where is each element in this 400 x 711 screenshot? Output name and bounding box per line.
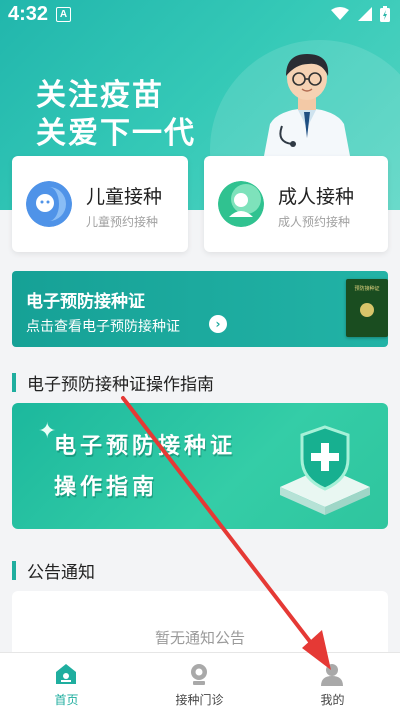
tab-home-label: 首页 [54, 693, 79, 707]
child-card-title: 儿童接种 [86, 186, 163, 208]
home-icon [56, 664, 76, 684]
certificate-subtitle[interactable]: 点击查看电子预防接种证 [26, 316, 180, 336]
shield-icon [280, 425, 370, 515]
status-time: 4:32 [8, 3, 49, 25]
signal-icon [357, 6, 372, 21]
status-icons [327, 5, 390, 23]
tab-home[interactable]: 首页 [0, 653, 133, 711]
notice-empty-text: 暂无通知公告 [154, 629, 245, 647]
battery-icon [380, 5, 390, 22]
guide-banner[interactable]: ✦ 电子预防接种证 操作指南 [12, 403, 388, 529]
section-marker [12, 373, 16, 392]
doctor-illustration [264, 54, 350, 156]
certificate-title: 电子预防接种证 [26, 292, 145, 312]
user-icon [321, 664, 343, 686]
tab-clinic-label: 接种门诊 [175, 693, 224, 707]
notice-section-heading: 公告通知 [12, 558, 388, 583]
emblem-icon [360, 303, 374, 317]
adult-icon [218, 181, 264, 227]
guide-heading-text: 电子预防接种证操作指南 [27, 375, 214, 395]
hero-title-line2: 关爱下一代 [36, 116, 196, 151]
guide-section-heading: 电子预防接种证操作指南 [12, 370, 388, 395]
wifi-icon [331, 6, 350, 20]
certificate-book-image: 预防接种证 [346, 279, 388, 337]
bottom-tab-bar: 首页 接种门诊 我的 [0, 652, 400, 711]
e-certificate-banner[interactable]: 电子预防接种证 点击查看电子预防接种证 › 预防接种证 [12, 271, 388, 347]
tab-mine[interactable]: 我的 [266, 653, 399, 711]
child-vaccination-card[interactable]: 儿童接种 儿童预约接种 [12, 156, 188, 252]
certificate-book-title: 预防接种证 [354, 286, 380, 292]
notice-heading-text: 公告通知 [27, 563, 95, 583]
guide-banner-line2: 操作指南 [54, 475, 159, 500]
status-bar: 4:32 A [0, 0, 400, 28]
tab-mine-label: 我的 [320, 693, 345, 707]
notification-icon: A [56, 7, 71, 22]
adult-card-title: 成人接种 [278, 186, 355, 208]
chevron-right-icon[interactable]: › [209, 315, 227, 333]
clinic-location-icon [191, 664, 207, 685]
child-icon [26, 181, 72, 227]
tab-clinic[interactable]: 接种门诊 [133, 653, 266, 711]
section-marker [12, 561, 16, 580]
guide-banner-line1: 电子预防接种证 [54, 434, 237, 459]
adult-vaccination-card[interactable]: 成人接种 成人预约接种 [204, 156, 388, 252]
child-card-subtitle: 儿童预约接种 [86, 215, 159, 229]
adult-card-subtitle: 成人预约接种 [278, 215, 351, 229]
